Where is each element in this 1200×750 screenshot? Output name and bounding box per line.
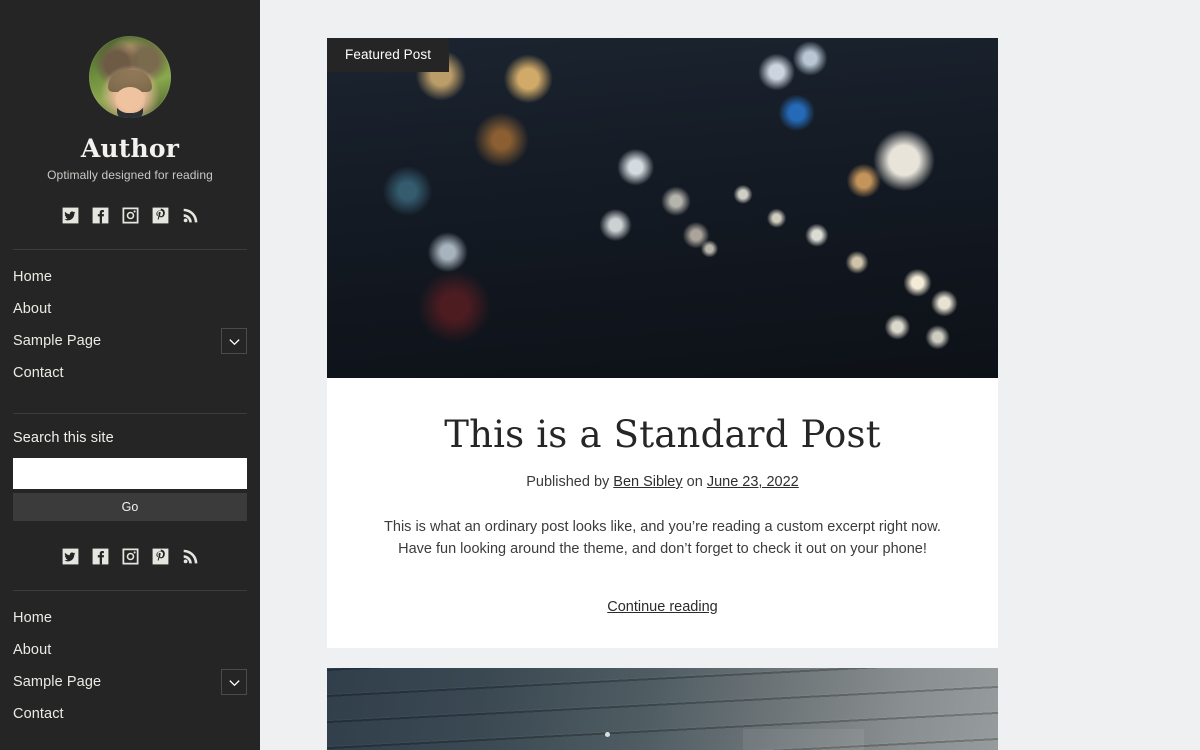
footer-nav-item-about[interactable]: About [13, 634, 247, 666]
footer-nav: Home About Sample Page Contact [13, 591, 247, 730]
chevron-down-icon[interactable] [221, 669, 247, 695]
chevron-down-icon[interactable] [221, 328, 247, 354]
social-links-bottom [13, 547, 247, 566]
pavement-patch-b [743, 728, 864, 750]
search-widget: Search this site Go [13, 414, 247, 521]
site-tagline: Optimally designed for reading [47, 168, 213, 182]
nav-link-contact[interactable]: Contact [13, 362, 64, 384]
nav-item-contact[interactable]: Contact [13, 357, 247, 389]
post-meta-join: on [686, 474, 703, 490]
footer-nav-item-sample-page[interactable]: Sample Page [13, 666, 247, 698]
facebook-icon[interactable] [91, 206, 110, 225]
rss-icon[interactable] [181, 206, 200, 225]
footer-nav-link-contact[interactable]: Contact [13, 703, 64, 725]
pavement-spot [605, 732, 611, 738]
social-links-top [13, 206, 247, 225]
post-card-featured[interactable]: Featured Post This is a Standard Post Pu… [327, 38, 998, 648]
post-title[interactable]: This is a Standard Post [375, 412, 950, 458]
pinterest-icon[interactable] [151, 206, 170, 225]
continue-reading-link[interactable]: Continue reading [607, 599, 717, 615]
footer-nav-link-sample-page[interactable]: Sample Page [13, 671, 101, 693]
twitter-icon[interactable] [61, 206, 80, 225]
footer-nav-link-about[interactable]: About [13, 639, 51, 661]
facebook-icon[interactable] [91, 547, 110, 566]
search-go-button[interactable]: Go [13, 493, 247, 521]
nav-link-home[interactable]: Home [13, 266, 52, 288]
nav-link-sample-page[interactable]: Sample Page [13, 330, 101, 352]
post-second-image[interactable] [327, 667, 998, 750]
footer-nav-item-contact[interactable]: Contact [13, 698, 247, 730]
search-input[interactable] [13, 458, 247, 489]
post-meta-prefix: Published by [526, 474, 610, 490]
pinterest-icon[interactable] [151, 547, 170, 566]
post-date-link[interactable]: June 23, 2022 [707, 474, 799, 490]
site-title: Author [80, 134, 180, 163]
instagram-icon[interactable] [121, 206, 140, 225]
sidebar: Author Optimally designed for reading Ho… [0, 0, 260, 750]
post-meta: Published by Ben Sibley on June 23, 2022 [375, 474, 950, 490]
post-excerpt-line-2: Have fun looking around the theme, and d… [398, 541, 927, 557]
nav-link-about[interactable]: About [13, 298, 51, 320]
post-card-second[interactable] [327, 667, 998, 750]
post-featured-image[interactable]: Featured Post [327, 38, 998, 378]
footer-nav-link-home[interactable]: Home [13, 607, 52, 629]
avatar-container [13, 0, 247, 118]
featured-post-badge: Featured Post [327, 38, 450, 72]
main-content: Featured Post This is a Standard Post Pu… [260, 0, 1200, 750]
avatar[interactable] [89, 36, 171, 118]
nav-item-home[interactable]: Home [13, 261, 247, 293]
primary-nav: Home About Sample Page Contact [13, 250, 247, 389]
app-root: Author Optimally designed for reading Ho… [0, 0, 1200, 750]
instagram-icon[interactable] [121, 547, 140, 566]
footer-nav-item-home[interactable]: Home [13, 602, 247, 634]
twitter-icon[interactable] [61, 547, 80, 566]
post-author-link[interactable]: Ben Sibley [613, 474, 682, 490]
post-body: This is a Standard Post Published by Ben… [327, 378, 998, 648]
nav-item-about[interactable]: About [13, 293, 247, 325]
rss-icon[interactable] [181, 547, 200, 566]
search-widget-title: Search this site [13, 430, 114, 446]
nav-item-sample-page[interactable]: Sample Page [13, 325, 247, 357]
post-excerpt-line-1: This is what an ordinary post looks like… [384, 519, 941, 535]
post-excerpt: This is what an ordinary post looks like… [375, 516, 950, 560]
